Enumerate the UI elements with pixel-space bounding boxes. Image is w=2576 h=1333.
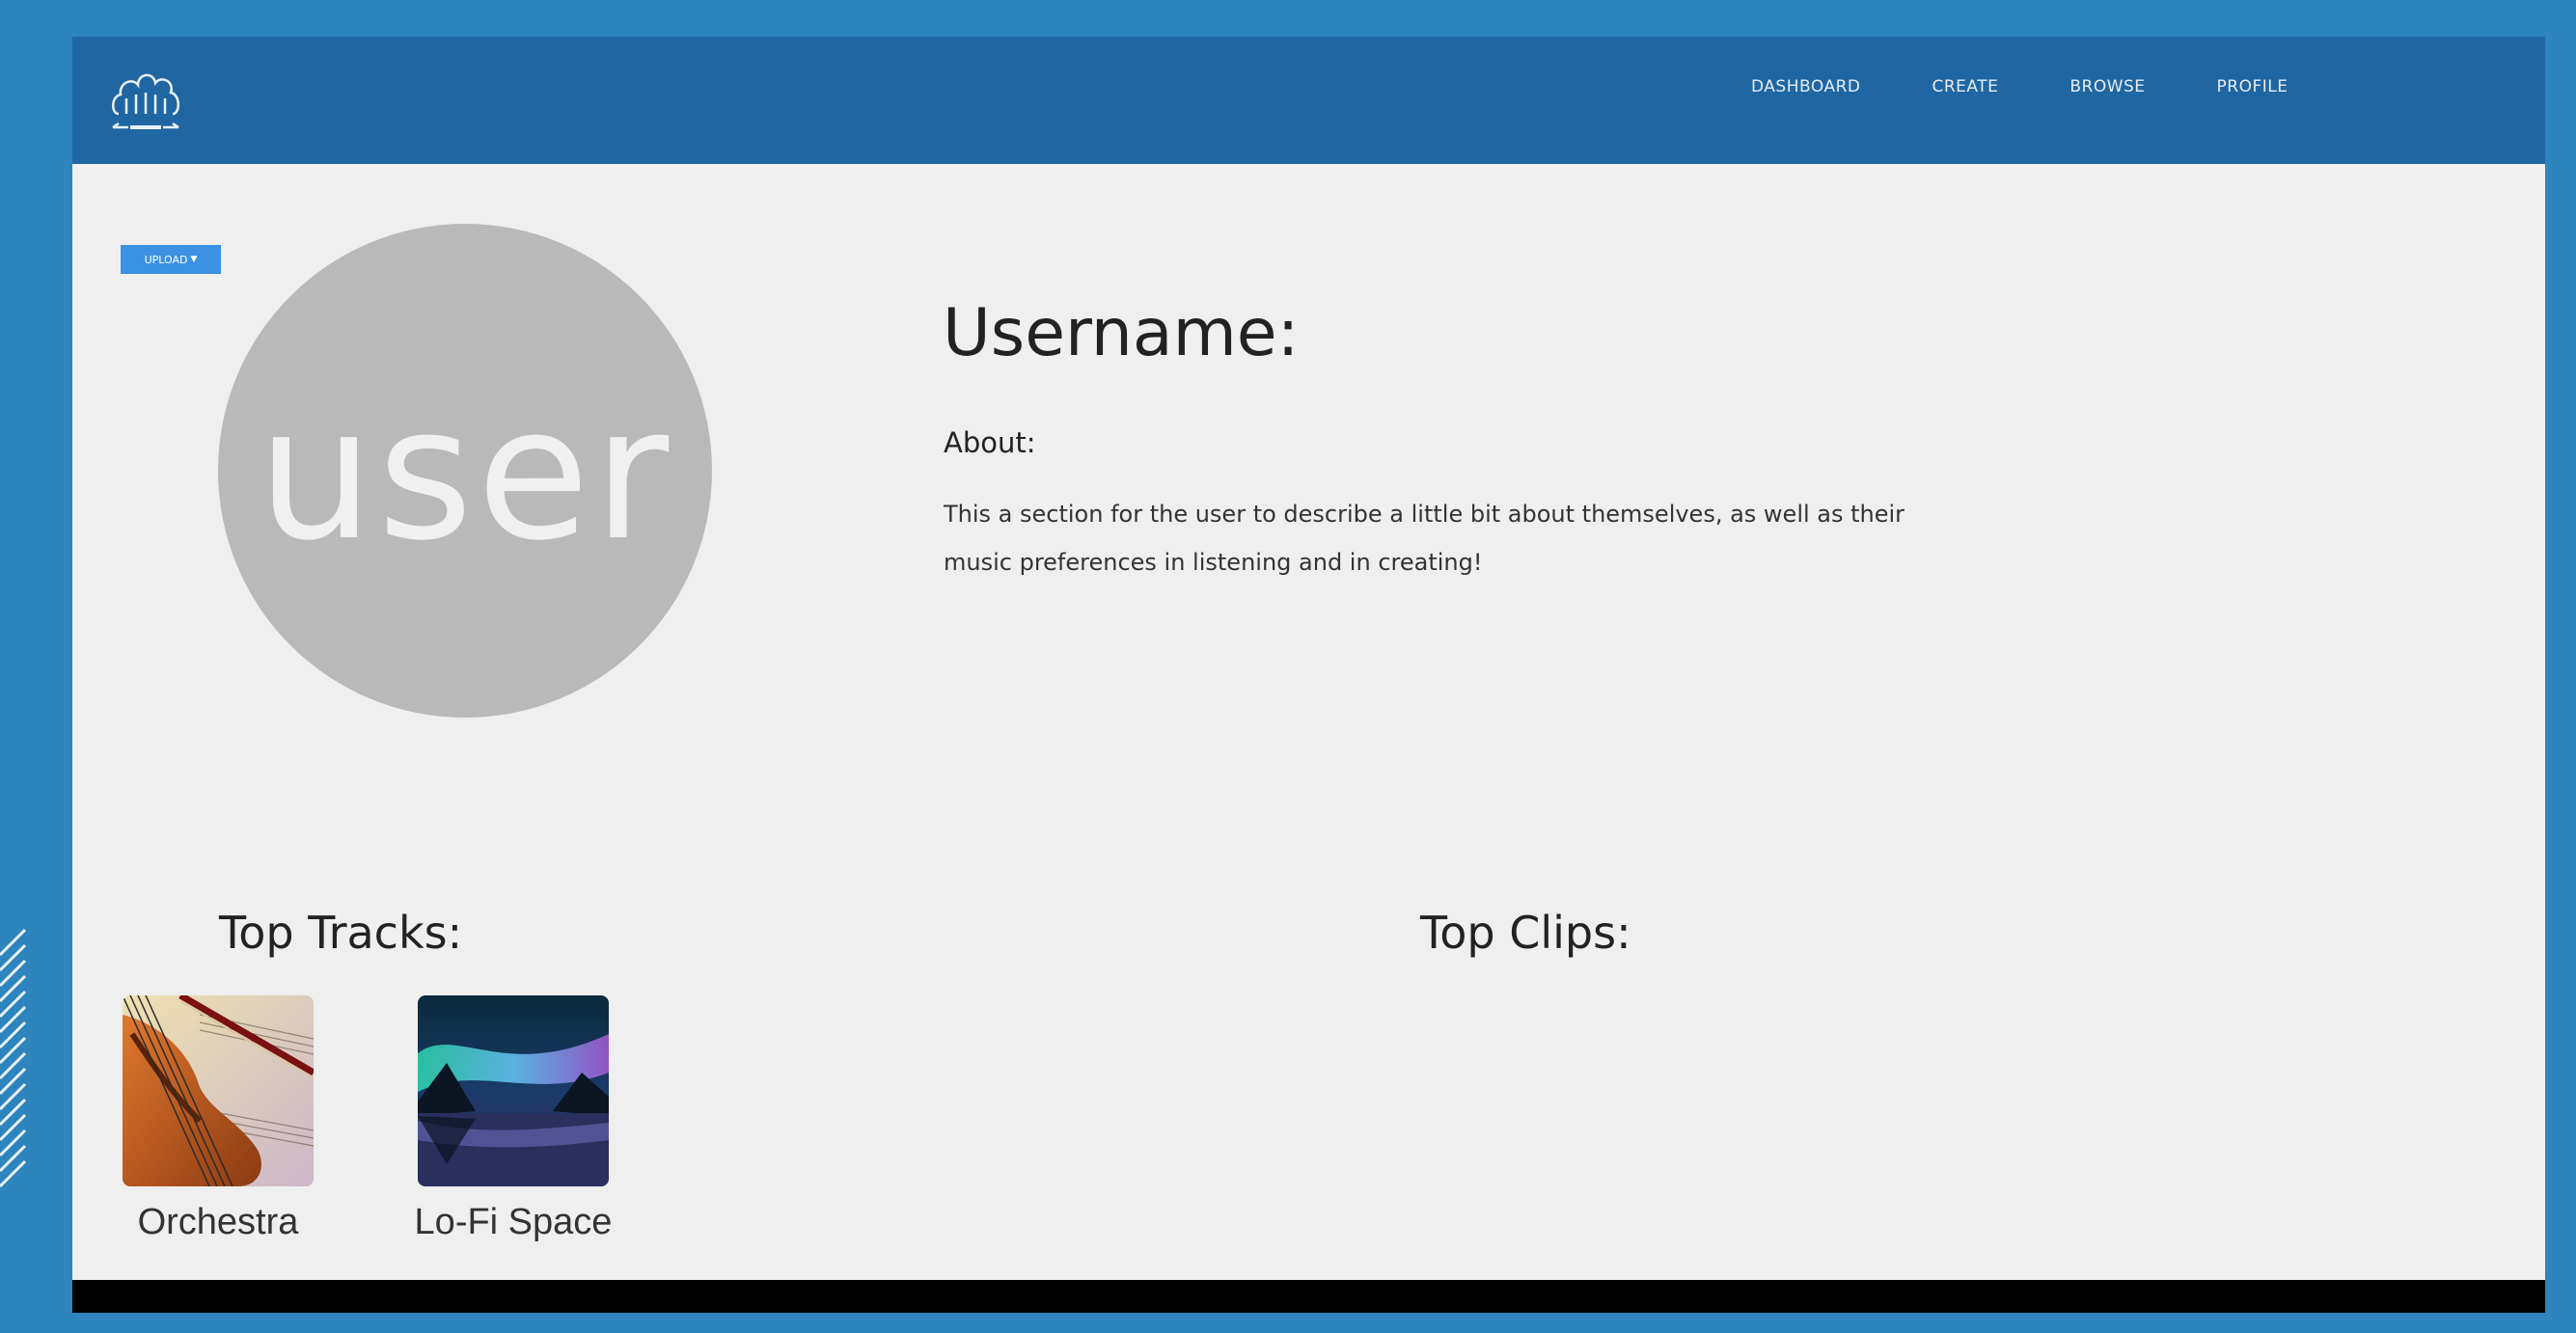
nav-link-browse[interactable]: BROWSE [2069,77,2145,96]
about-description: This a section for the user to describe … [944,501,1905,576]
track-title-lofi-space[interactable]: Lo-Fi Space [397,1202,629,1243]
avatar-placeholder-text: user [257,367,673,581]
top-clips-heading: Top Clips: [1420,907,1631,959]
nav-link-dashboard[interactable]: DASHBOARD [1751,77,1860,96]
app-window: DASHBOARD CREATE BROWSE PROFILE user UPL… [72,37,2545,1313]
bottom-bar [72,1280,2545,1313]
track-art-orchestra[interactable] [123,995,314,1186]
aurora-lake-icon [418,995,609,1186]
nav-link-create[interactable]: CREATE [1932,77,1998,96]
top-navbar: DASHBOARD CREATE BROWSE PROFILE [72,37,2545,164]
track-title-orchestra[interactable]: Orchestra [123,1202,314,1243]
top-tracks-heading: Top Tracks: [219,907,463,959]
track-art-lofi-space[interactable] [418,995,609,1186]
violin-sheet-music-icon [123,995,314,1186]
nav-links: DASHBOARD CREATE BROWSE PROFILE [1751,77,2360,96]
nav-link-profile[interactable]: PROFILE [2217,77,2288,96]
upload-photo-button[interactable]: UPLOAD ▼ [121,245,221,274]
about-heading: About: [944,426,1036,459]
caret-down-icon: ▼ [190,255,198,264]
upload-button-label: UPLOAD [144,253,188,266]
username-heading: Username: [943,295,1300,371]
profile-avatar: user [218,224,712,718]
cloud-logo-icon[interactable] [107,50,184,147]
